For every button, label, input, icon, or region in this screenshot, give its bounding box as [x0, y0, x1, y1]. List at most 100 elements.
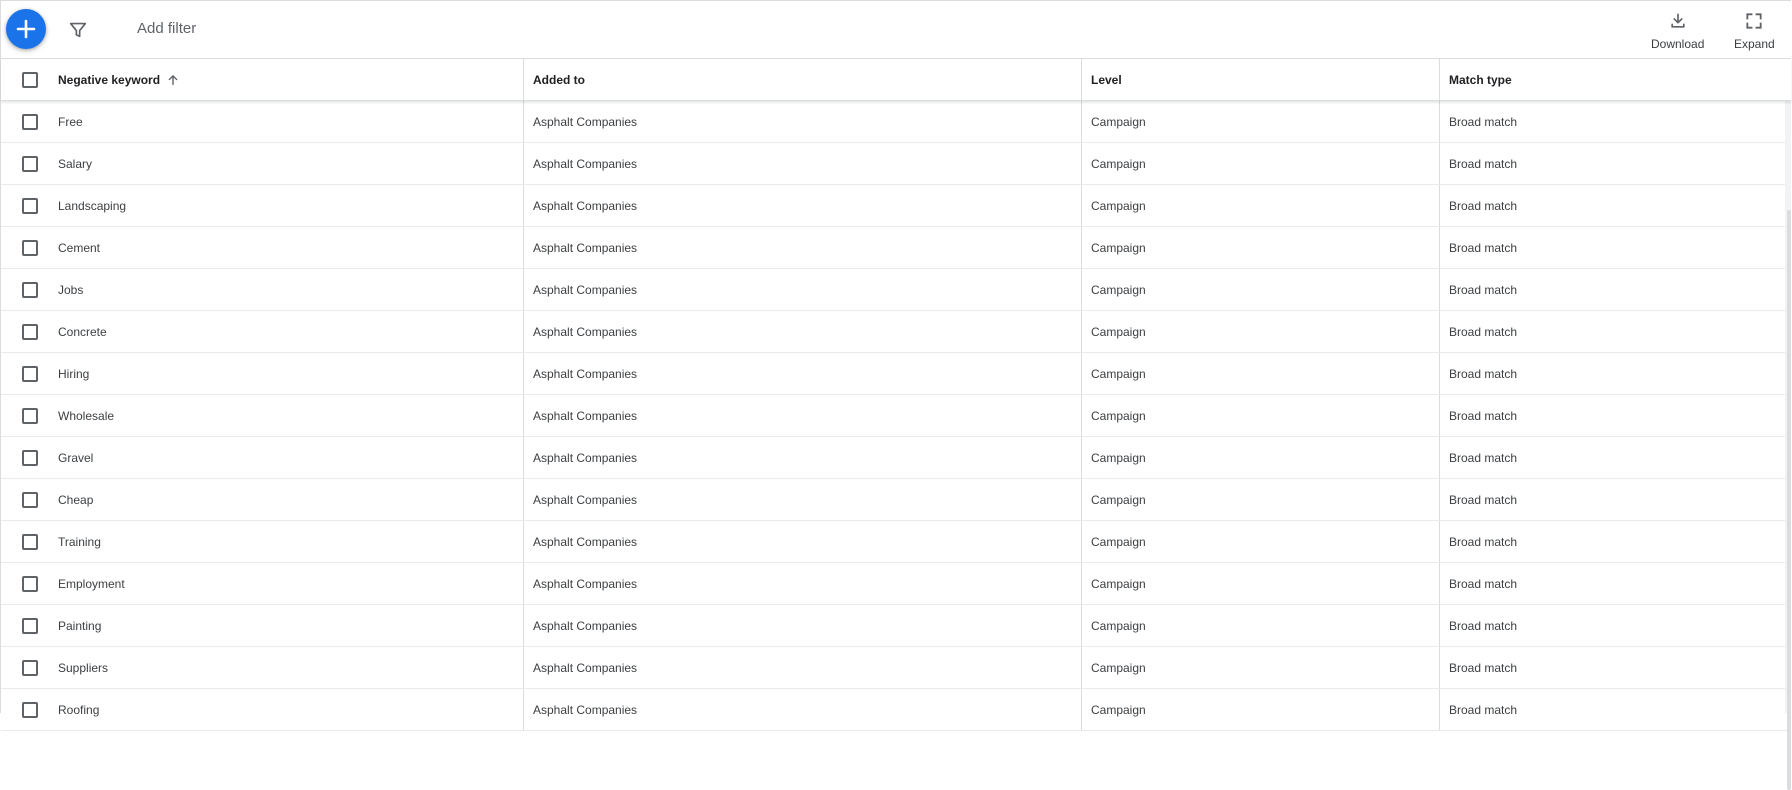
keyword-cell: Free — [58, 114, 83, 129]
row-checkbox[interactable] — [21, 239, 38, 256]
table-toolbar: Add filter Download Expand — [1, 1, 1791, 59]
added-to-cell: Asphalt Companies — [523, 227, 1081, 268]
match-type-cell: Broad match — [1439, 647, 1791, 688]
header-added-to[interactable]: Added to — [523, 59, 1081, 100]
level-cell: Campaign — [1081, 647, 1439, 688]
match-type-cell: Broad match — [1439, 479, 1791, 520]
plus-icon — [16, 19, 36, 39]
row-select-cell — [1, 437, 58, 478]
table-row[interactable]: Gravel Asphalt Companies Campaign Broad mat… — [1, 437, 1791, 479]
row-checkbox[interactable] — [21, 449, 38, 466]
row-select-cell — [1, 311, 58, 352]
download-button[interactable]: Download — [1651, 11, 1704, 51]
expand-button[interactable]: Expand — [1734, 11, 1775, 51]
match-type-cell: Broad match — [1439, 437, 1791, 478]
filter-icon[interactable] — [67, 19, 89, 41]
level-cell: Campaign — [1081, 521, 1439, 562]
keyword-cell: Roofing — [58, 702, 100, 717]
table-row[interactable]: Hiring Asphalt Companies Campaign Broad mat… — [1, 353, 1791, 395]
row-select-cell — [1, 227, 58, 268]
keyword-cell: Training — [58, 534, 101, 549]
keyword-cell: Cheap — [58, 492, 94, 507]
row-checkbox[interactable] — [21, 365, 38, 382]
keyword-cell: Employment — [58, 576, 125, 591]
table-row[interactable]: Painting Asphalt Companies Campaign Broad m… — [1, 605, 1791, 647]
row-select-cell — [1, 185, 58, 226]
table-row[interactable]: Cheap Asphalt Companies Campaign Broad matc… — [1, 479, 1791, 521]
row-checkbox[interactable] — [21, 155, 38, 172]
match-type-cell: Broad match — [1439, 395, 1791, 436]
added-to-cell: Asphalt Companies — [523, 647, 1081, 688]
added-to-cell: Asphalt Companies — [523, 101, 1081, 142]
level-cell: Campaign — [1081, 269, 1439, 310]
added-to-cell: Asphalt Companies — [523, 563, 1081, 604]
table-row[interactable]: Concrete Asphalt Companies Campaign Broad m… — [1, 311, 1791, 353]
keyword-cell: Jobs — [58, 282, 84, 297]
level-cell: Campaign — [1081, 395, 1439, 436]
match-type-cell: Broad match — [1439, 563, 1791, 604]
row-checkbox[interactable] — [21, 281, 38, 298]
select-all-checkbox[interactable] — [21, 71, 38, 88]
table-row[interactable]: Cement Asphalt Companies Campaign Broad mat… — [1, 227, 1791, 269]
row-select-cell — [1, 269, 58, 310]
row-checkbox[interactable] — [21, 575, 38, 592]
table-row[interactable]: Training Asphalt Companies Campaign Broad m… — [1, 521, 1791, 563]
keyword-cell: Hiring — [58, 366, 90, 381]
added-to-cell: Asphalt Companies — [523, 185, 1081, 226]
level-cell: Campaign — [1081, 185, 1439, 226]
match-type-cell: Broad match — [1439, 143, 1791, 184]
add-filter-link[interactable]: Add filter — [137, 20, 196, 37]
row-select-cell — [1, 689, 58, 730]
table-row[interactable]: Salary Asphalt Companies Campaign Broad mat… — [1, 143, 1791, 185]
level-cell: Campaign — [1081, 143, 1439, 184]
row-select-cell — [1, 395, 58, 436]
match-type-cell: Broad match — [1439, 353, 1791, 394]
row-checkbox[interactable] — [21, 323, 38, 340]
added-to-cell: Asphalt Companies — [523, 437, 1081, 478]
arrow-up-icon[interactable] — [166, 73, 180, 87]
level-cell: Campaign — [1081, 437, 1439, 478]
row-checkbox[interactable] — [21, 701, 38, 718]
keyword-cell: Suppliers — [58, 660, 109, 675]
header-negative-keyword-label: Negative keyword — [58, 72, 161, 87]
row-checkbox[interactable] — [21, 407, 38, 424]
row-checkbox[interactable] — [21, 533, 38, 550]
vertical-scrollbar[interactable] — [1785, 100, 1791, 790]
download-icon — [1671, 13, 1685, 28]
added-to-cell: Asphalt Companies — [523, 521, 1081, 562]
row-checkbox[interactable] — [21, 617, 38, 634]
table-row[interactable]: Roofing Asphalt Companies Campaign Broad ma… — [1, 689, 1791, 731]
add-keyword-button[interactable] — [6, 9, 46, 49]
select-all-cell — [1, 59, 58, 100]
added-to-cell: Asphalt Companies — [523, 269, 1081, 310]
row-select-cell — [1, 647, 58, 688]
row-checkbox[interactable] — [21, 197, 38, 214]
table-row[interactable]: Jobs Asphalt Companies Campaign Broad match — [1, 269, 1791, 311]
table-row[interactable]: Free Asphalt Companies Campaign Broad match — [1, 101, 1791, 143]
row-select-cell — [1, 101, 58, 142]
row-checkbox[interactable] — [21, 659, 38, 676]
header-level[interactable]: Level — [1081, 59, 1439, 100]
level-cell: Campaign — [1081, 479, 1439, 520]
download-label: Download — [1651, 37, 1705, 51]
row-checkbox[interactable] — [21, 491, 38, 508]
table-row[interactable]: Wholesale Asphalt Companies Campaign Broad … — [1, 395, 1791, 437]
header-negative-keyword[interactable]: Negative keyword — [58, 59, 523, 100]
negative-keywords-panel: Add filter Download Expand Negative keyw… — [0, 0, 1791, 790]
table-row[interactable]: Employment Asphalt Companies Campaign Broad… — [1, 563, 1791, 605]
keyword-cell: Gravel — [58, 450, 94, 465]
row-checkbox[interactable] — [21, 113, 38, 130]
level-cell: Campaign — [1081, 563, 1439, 604]
scrollbar-thumb[interactable] — [1787, 210, 1791, 790]
keyword-cell: Concrete — [58, 324, 107, 339]
match-type-cell: Broad match — [1439, 521, 1791, 562]
level-cell: Campaign — [1081, 605, 1439, 646]
added-to-cell: Asphalt Companies — [523, 353, 1081, 394]
keyword-cell: Cement — [58, 240, 101, 255]
header-match-type[interactable]: Match type — [1439, 59, 1791, 100]
level-cell: Campaign — [1081, 101, 1439, 142]
table-row[interactable]: Suppliers Asphalt Companies Campaign Broad … — [1, 647, 1791, 689]
table-header-row: Negative keyword Added to Level Match ty… — [1, 59, 1791, 101]
table-row[interactable]: Landscaping Asphalt Companies Campaign Broa… — [1, 185, 1791, 227]
keyword-cell: Painting — [58, 618, 102, 633]
